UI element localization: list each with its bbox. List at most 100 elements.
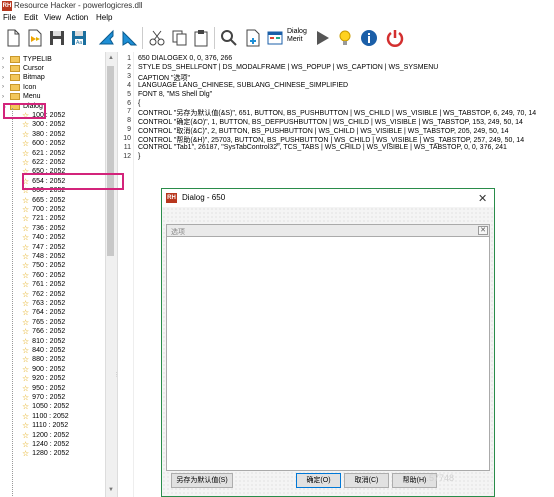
dialog-caption: Dialog - 650 xyxy=(182,193,226,202)
star-icon: ☆ xyxy=(22,345,30,355)
star-icon: ☆ xyxy=(22,421,30,431)
dialog-app-icon: RH xyxy=(166,193,177,203)
app-title: Resource Hacker - powerlogicres.dll xyxy=(14,1,143,10)
paste-icon[interactable] xyxy=(190,27,212,49)
close-icon[interactable]: ✕ xyxy=(478,192,487,205)
resource-item-label: 762 : 2052 xyxy=(32,290,66,298)
dialog-menu-icon[interactable] xyxy=(264,27,286,49)
dialog-menu-line1: Dialog xyxy=(287,28,307,35)
app-titlebar: RH Resource Hacker - powerlogicres.dll xyxy=(0,0,554,12)
watermark-text: …57748 xyxy=(420,473,455,483)
line-number: 6 xyxy=(127,99,131,107)
expand-icon[interactable]: › xyxy=(2,56,8,62)
resource-item-label: 600 : 2052 xyxy=(32,140,66,148)
star-icon: ☆ xyxy=(22,374,30,384)
save-as-icon[interactable]: Aa xyxy=(68,27,90,49)
run-script-icon[interactable] xyxy=(311,27,333,49)
menu-file[interactable]: File xyxy=(3,13,16,22)
resource-item-label: 622 : 2052 xyxy=(32,158,66,166)
star-icon: ☆ xyxy=(22,195,30,205)
star-icon: ☆ xyxy=(22,289,30,299)
star-icon: ☆ xyxy=(22,402,30,412)
selected-node-highlight xyxy=(22,173,124,190)
resource-item-label: 748 : 2052 xyxy=(32,252,66,260)
code-line[interactable]: 650 DIALOGEX 0, 0, 376, 266 xyxy=(138,55,232,62)
power-icon[interactable] xyxy=(384,27,406,49)
code-line[interactable]: LANGUAGE LANG_CHINESE, SUBLANG_CHINESE_S… xyxy=(138,82,348,89)
menu-edit[interactable]: Edit xyxy=(24,13,38,22)
dialog-resource-item[interactable]: ☆ 1280 : 2052 xyxy=(22,449,69,459)
dialog-node-highlight xyxy=(3,103,46,119)
save-default-button[interactable]: 另存为默认值(S) xyxy=(171,473,233,488)
resource-item-label: 900 : 2052 xyxy=(32,365,66,373)
code-line[interactable]: } xyxy=(138,153,140,160)
forward-icon[interactable] xyxy=(118,27,140,49)
ok-button[interactable]: 确定(O) xyxy=(296,473,341,488)
line-number-gutter: 1 2 3 4 5 6 7 8 9 10 11 12 xyxy=(118,52,134,497)
folder-icon xyxy=(10,83,20,91)
star-icon: ☆ xyxy=(22,139,30,149)
expand-icon[interactable]: › xyxy=(2,65,8,71)
add-resource-icon[interactable] xyxy=(242,27,264,49)
line-number: 10 xyxy=(123,135,131,143)
back-icon[interactable] xyxy=(96,27,118,49)
tree-node-label: Icon xyxy=(23,83,37,91)
code-line[interactable]: CONTROL "Tab1", 26187, "SysTabControl32"… xyxy=(138,144,507,151)
tab-options[interactable]: 选项 xyxy=(171,227,185,237)
new-icon[interactable] xyxy=(2,27,24,49)
line-number: 5 xyxy=(127,90,131,98)
resource-hacker-icon: RH xyxy=(2,1,12,11)
about-icon[interactable] xyxy=(358,27,380,49)
line-number: 4 xyxy=(127,81,131,89)
hint-icon[interactable] xyxy=(334,27,356,49)
menu-action[interactable]: Action xyxy=(66,13,88,22)
tab-close-icon[interactable]: ✕ xyxy=(478,226,488,235)
resource-item-label: 1100 : 2052 xyxy=(32,412,69,420)
menu-bar: File Edit View Action Help xyxy=(0,12,554,24)
line-number: 7 xyxy=(127,108,131,116)
cut-icon[interactable] xyxy=(146,27,168,49)
dialog-menu-label[interactable]: Dialog Merit xyxy=(287,28,307,44)
resource-item-label: 840 : 2052 xyxy=(32,346,66,354)
star-icon: ☆ xyxy=(22,148,30,158)
find-icon[interactable] xyxy=(218,27,240,49)
resource-item-label: 970 : 2052 xyxy=(32,393,66,401)
star-icon: ☆ xyxy=(22,317,30,327)
expand-icon[interactable]: › xyxy=(2,84,8,90)
star-icon: ☆ xyxy=(22,204,30,214)
code-line[interactable]: FONT 8, "MS Shell Dlg" xyxy=(138,91,212,98)
expand-icon[interactable]: › xyxy=(2,94,8,100)
tree-node-label: Cursor xyxy=(23,64,45,72)
expand-icon[interactable]: › xyxy=(2,75,8,81)
cancel-button[interactable]: 取消(C) xyxy=(344,473,389,488)
star-icon: ☆ xyxy=(22,355,30,365)
tree-node-label: Menu xyxy=(23,93,41,101)
dialog-preview-window[interactable]: RH Dialog - 650 ✕ 选项 ✕ 另存为默认值(S) 确定(O) 取… xyxy=(161,188,495,497)
star-icon: ☆ xyxy=(22,383,30,393)
save-icon[interactable] xyxy=(46,27,68,49)
star-icon: ☆ xyxy=(22,392,30,402)
resource-item-label: 700 : 2052 xyxy=(32,205,66,213)
resource-item-label: 880 : 2052 xyxy=(32,356,66,364)
menu-view[interactable]: View xyxy=(44,13,61,22)
menu-help[interactable]: Help xyxy=(96,13,112,22)
folder-icon xyxy=(10,93,20,101)
resource-item-label: 765 : 2052 xyxy=(32,318,66,326)
star-icon: ☆ xyxy=(22,129,30,139)
resource-item-label: 1200 : 2052 xyxy=(32,431,70,439)
line-number: 12 xyxy=(123,152,131,160)
tab-control[interactable]: 选项 ✕ xyxy=(166,224,490,471)
line-number: 8 xyxy=(127,117,131,125)
dialog-titlebar[interactable]: RH Dialog - 650 ✕ xyxy=(162,189,494,207)
star-icon: ☆ xyxy=(22,336,30,346)
resource-item-label: 766 : 2052 xyxy=(32,328,66,336)
toolbar: Aa Dialog Merit xyxy=(0,24,554,52)
code-line[interactable]: STYLE DS_SHELLFONT | DS_MODALFRAME | WS_… xyxy=(138,64,438,71)
copy-icon[interactable] xyxy=(168,27,190,49)
dialog-body: 选项 ✕ 另存为默认值(S) 确定(O) 取消(C) 帮助(H) xyxy=(162,207,494,496)
star-icon: ☆ xyxy=(22,242,30,252)
resource-item-label: 1110 : 2052 xyxy=(32,422,69,430)
open-icon[interactable] xyxy=(24,27,46,49)
folder-icon xyxy=(10,55,20,63)
code-line[interactable]: { xyxy=(138,100,140,107)
